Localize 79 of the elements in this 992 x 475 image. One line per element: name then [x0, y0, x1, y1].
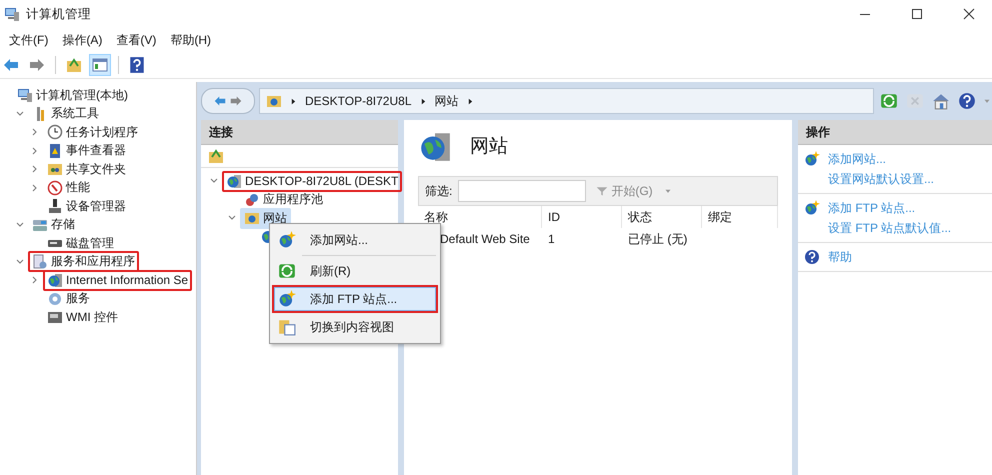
- context-menu-item[interactable]: 添加网站...: [272, 226, 438, 254]
- column-header[interactable]: ID: [542, 206, 622, 228]
- globe-server-icon: [226, 173, 242, 190]
- window-title: 计算机管理: [26, 6, 92, 22]
- globe-add-icon: [278, 231, 296, 249]
- shared-folder-icon: [47, 161, 63, 178]
- forward-arrow-icon: [29, 57, 45, 73]
- tree-item[interactable]: 共享文件夹: [43, 158, 130, 180]
- folder-up-icon: [66, 57, 82, 73]
- tree-item[interactable]: 服务和应用程序: [28, 251, 139, 272]
- column-header[interactable]: 绑定: [702, 206, 778, 228]
- app-pool-icon: [244, 192, 260, 208]
- tree-item[interactable]: Internet Information Se: [43, 270, 192, 291]
- context-menu-item[interactable]: 切换到内容视图: [272, 313, 438, 341]
- toolbar-button[interactable]: [89, 54, 111, 76]
- computer-icon: [4, 6, 20, 22]
- help-icon: [804, 249, 820, 265]
- refresh-icon: [278, 262, 296, 280]
- console-tree-icon: [92, 57, 108, 73]
- help-button[interactable]: [956, 90, 978, 112]
- tree-item[interactable]: 存储: [28, 214, 79, 236]
- table-cell-text: 已停止 (无): [627, 230, 688, 248]
- column-header[interactable]: 状态: [622, 206, 702, 228]
- tree-item[interactable]: 网站: [240, 208, 291, 229]
- help-icon: [958, 92, 976, 110]
- device-icon: [47, 198, 63, 214]
- menu-item[interactable]: 操作(A): [55, 32, 110, 48]
- page-title: 网站: [470, 135, 508, 159]
- tree-item[interactable]: DESKTOP-8I72U8L (DESKT: [222, 170, 402, 192]
- filter-label: 筛选:: [425, 182, 452, 200]
- tree-item[interactable]: 设备管理器: [43, 196, 130, 217]
- pane-header: 连接: [201, 120, 398, 145]
- menu-item[interactable]: 查看(V): [109, 32, 164, 48]
- refresh-icon: [880, 92, 898, 110]
- filter-field[interactable]: [458, 180, 586, 202]
- tree-item[interactable]: 系统工具: [28, 103, 103, 124]
- home-icon: [932, 92, 950, 110]
- notebook-icon: [47, 142, 63, 159]
- computer-icon: [17, 87, 33, 104]
- table-cell-text: Default Web Site: [439, 231, 531, 248]
- table-cell-text: 1: [547, 231, 556, 248]
- close-icon: [961, 6, 977, 22]
- tree-item[interactable]: 服务: [43, 288, 94, 310]
- globe-server-icon: [47, 272, 63, 288]
- tree-item[interactable]: 性能: [43, 177, 94, 198]
- funnel-icon: [596, 185, 608, 197]
- help-icon: [128, 56, 146, 74]
- menu-item[interactable]: 文件(F): [2, 32, 56, 48]
- content-view-icon: [278, 318, 296, 336]
- forward-arrow-icon: [230, 95, 242, 107]
- breadcrumb[interactable]: DESKTOP-8I72U8L: [305, 94, 412, 108]
- tree-item[interactable]: 事件查看器: [43, 140, 130, 162]
- tree-item[interactable]: 应用程序池: [240, 189, 327, 210]
- gauge-icon: [47, 180, 63, 196]
- folder-globe-icon: [244, 210, 260, 226]
- globe-add-icon: [804, 200, 820, 216]
- tree-item[interactable]: 计算机管理(本地): [13, 84, 132, 106]
- menu-item[interactable]: 帮助(H): [163, 32, 218, 48]
- back-arrow-icon: [214, 95, 226, 107]
- navigation-buttons[interactable]: [201, 88, 255, 114]
- tree-item[interactable]: 磁盘管理: [43, 232, 118, 254]
- tree-item[interactable]: WMI 控件: [43, 306, 122, 328]
- clock-icon: [47, 124, 63, 140]
- maximize-icon: [909, 6, 925, 22]
- context-menu-item[interactable]: 刷新(R): [272, 257, 438, 285]
- console-icon: [47, 309, 63, 326]
- folder-globe-icon: [266, 93, 282, 109]
- stop-icon: [906, 92, 924, 110]
- breadcrumb-arrow-icon: [289, 96, 298, 106]
- address-bar[interactable]: DESKTOP-8I72U8L 网站: [259, 88, 874, 114]
- folder-up-icon: [208, 148, 224, 164]
- globe-add-icon: [804, 151, 820, 167]
- document-gear-icon: [32, 254, 48, 270]
- pane-header: 操作: [798, 120, 992, 145]
- globe-add-icon: [278, 290, 296, 308]
- breadcrumb[interactable]: 网站: [434, 92, 458, 110]
- tree-item[interactable]: 任务计划程序: [43, 122, 142, 143]
- back-arrow-icon: [3, 57, 19, 73]
- context-menu-item[interactable]: 添加 FTP 站点...: [272, 285, 438, 313]
